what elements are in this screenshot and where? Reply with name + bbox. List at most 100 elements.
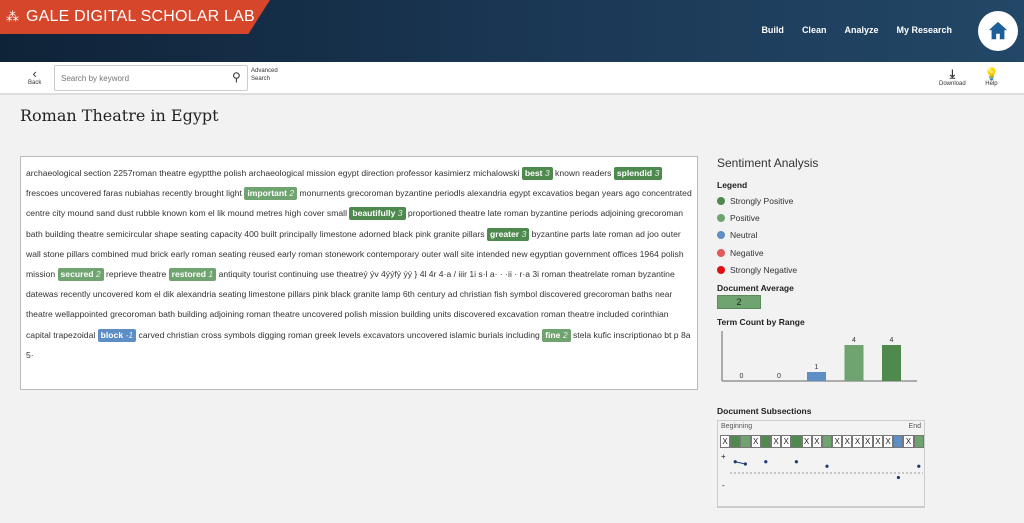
sentiment-term[interactable]: best 3 <box>521 167 553 180</box>
home-button[interactable] <box>978 11 1018 51</box>
subsection-cells: XXXXXXXXXXXXX <box>720 435 924 449</box>
help-button[interactable]: 💡 Help <box>984 67 999 87</box>
legend-title: Legend <box>717 180 748 190</box>
subsection-cell[interactable]: X <box>781 435 792 449</box>
toolbar: ‹Back ⚲ Advanced Search ⤓Download 💡Help <box>0 62 1024 95</box>
chevron-left-icon: ‹ <box>32 66 37 81</box>
sentiment-term[interactable]: fine 2 <box>542 328 571 342</box>
subsection-cell[interactable] <box>893 435 904 449</box>
term-word: beautifully <box>352 208 396 219</box>
sentiment-term[interactable]: beautifully 3 <box>349 207 406 221</box>
bar-value-label: 0 <box>740 373 744 380</box>
nav-clean[interactable]: Clean <box>802 25 827 35</box>
panel-title: Sentiment Analysis <box>717 156 819 170</box>
nav-my-research[interactable]: My Research <box>896 25 952 35</box>
brand-logo[interactable]: ⁂ GALE DIGITAL SCHOLAR LAB <box>0 0 270 34</box>
document-average: 2 <box>717 295 761 310</box>
download-icon: ⤓ <box>949 67 955 81</box>
subsection-cell[interactable] <box>730 435 741 449</box>
subsection-cell[interactable]: X <box>832 435 843 449</box>
page-title: Roman Theatre in Egypt <box>20 106 219 125</box>
subsections-title: Document Subsections <box>717 406 812 417</box>
subsection-cell[interactable]: X <box>852 435 863 449</box>
term-score: 3 <box>521 228 527 239</box>
sentiment-term[interactable]: block -1 <box>97 328 137 342</box>
beginning-label: Beginning <box>721 423 753 431</box>
term-score: 3 <box>654 168 660 178</box>
sentiment-panel: Sentiment Analysis Legend Strongly Posit… <box>717 156 927 509</box>
subsection-cell[interactable]: X <box>903 435 914 449</box>
subsection-cell[interactable] <box>760 435 771 449</box>
subsection-cell[interactable] <box>791 435 802 449</box>
text-segment: known readers <box>552 168 614 178</box>
lightbulb-icon: 💡 <box>984 67 999 81</box>
term-score: 3 <box>544 168 550 178</box>
nav-build[interactable]: Build <box>761 25 784 35</box>
sentiment-term[interactable]: important 2 <box>244 187 298 201</box>
subsection-cell[interactable]: X <box>862 435 873 449</box>
subsection-cell[interactable] <box>913 435 924 449</box>
document-subsections: Beginning End XXXXXXXXXXXXX + - <box>717 420 925 509</box>
spark-point <box>733 460 737 464</box>
sentiment-term[interactable]: secured 2 <box>57 268 104 282</box>
subsection-cell[interactable]: X <box>883 435 894 449</box>
back-label: Back <box>28 80 42 86</box>
bar-value-label: 4 <box>890 337 894 344</box>
end-label: End <box>908 423 921 431</box>
term-word: greater <box>489 228 520 239</box>
subsection-cell[interactable] <box>740 435 751 449</box>
search-icon[interactable]: ⚲ <box>232 70 241 84</box>
bar-value-label: 0 <box>777 373 781 380</box>
home-icon <box>988 21 1008 40</box>
legend-label: Positive <box>730 212 760 223</box>
subsection-cell[interactable] <box>821 435 833 449</box>
plus-label: + <box>721 452 726 462</box>
term-score: 2 <box>562 329 568 340</box>
spark-point <box>743 462 747 467</box>
subsection-cell[interactable]: X <box>872 435 883 449</box>
back-button[interactable]: ‹ Back <box>28 66 42 86</box>
legend-label: Strongly Negative <box>730 264 798 275</box>
legend-item: Neutral <box>717 227 927 244</box>
search-input[interactable] <box>54 65 248 91</box>
download-button[interactable]: ⤓ Download <box>939 67 966 87</box>
spark-point <box>917 465 921 469</box>
subsection-sparkline <box>730 460 923 480</box>
subsection-cell[interactable]: X <box>801 435 812 449</box>
average-title: Document Average <box>717 283 794 294</box>
term-word: block <box>100 329 124 340</box>
term-score: 1 <box>208 269 214 280</box>
text-segment: frescoes uncovered faras nubiahas recent… <box>26 188 245 199</box>
subsection-cell[interactable]: X <box>842 435 853 449</box>
download-label: Download <box>939 81 966 87</box>
legend-dot-icon <box>717 196 725 205</box>
legend-item: Positive <box>717 209 927 226</box>
text-segment: reprieve theatre <box>103 269 169 280</box>
subsection-cell[interactable]: X <box>811 435 822 449</box>
subsection-cell[interactable]: X <box>750 435 761 449</box>
legend-dot-icon <box>717 231 725 240</box>
legend-dot-icon <box>717 265 725 274</box>
brand-name: GALE DIGITAL SCHOLAR LAB <box>26 8 255 25</box>
document-text: archaeological section 2257roman theatre… <box>20 156 698 390</box>
spark-point <box>794 460 798 464</box>
gale-logo-icon: ⁂ <box>6 9 20 24</box>
term-score: 3 <box>397 208 403 219</box>
sentiment-term[interactable]: restored 1 <box>168 268 217 282</box>
term-word: splendid <box>616 168 653 178</box>
nav-analyze[interactable]: Analyze <box>844 25 878 35</box>
minus-label: - <box>722 481 725 491</box>
main-nav: Build Clean Analyze My Research <box>761 25 952 35</box>
sentiment-term[interactable]: greater 3 <box>486 227 530 241</box>
term-count-chart: 0 0 1 4 4 <box>721 331 917 382</box>
sentiment-term[interactable]: splendid 3 <box>613 167 663 180</box>
subsection-cell[interactable]: X <box>770 435 782 449</box>
text-segment: archaeological section 2257roman theatre… <box>26 168 522 178</box>
advanced-search-link[interactable]: Advanced Search <box>251 67 283 83</box>
bar <box>882 345 901 382</box>
legend-label: Strongly Positive <box>730 195 794 206</box>
bar-value-label: 1 <box>815 364 819 371</box>
term-score: 2 <box>289 188 295 199</box>
term-word: secured <box>60 269 94 280</box>
subsection-cell[interactable]: X <box>720 435 731 449</box>
